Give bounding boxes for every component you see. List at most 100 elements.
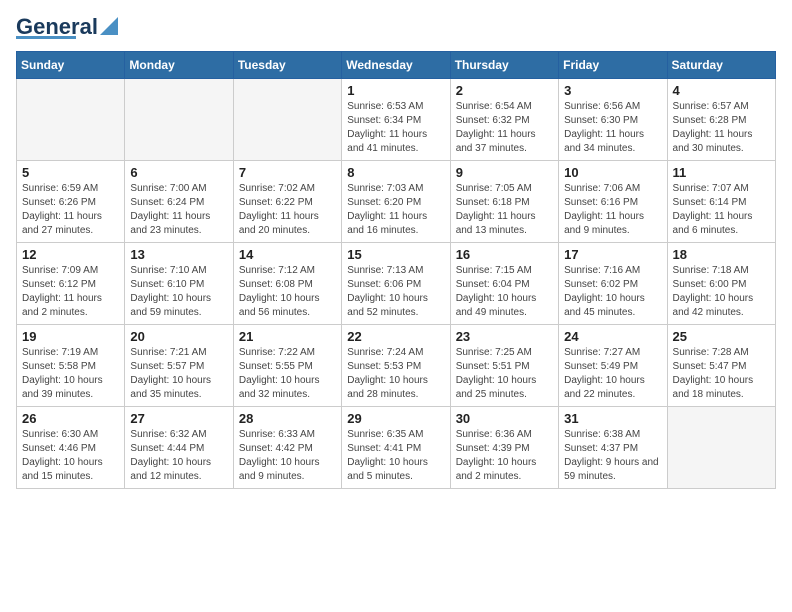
day-number: 12	[22, 247, 119, 262]
calendar-cell: 11 Sunrise: 7:07 AM Sunset: 6:14 PM Dayli…	[667, 161, 775, 243]
calendar-cell: 25 Sunrise: 7:28 AM Sunset: 5:47 PM Dayli…	[667, 325, 775, 407]
calendar-cell: 28 Sunrise: 6:33 AM Sunset: 4:42 PM Dayli…	[233, 407, 341, 489]
calendar-cell	[125, 79, 233, 161]
day-number: 2	[456, 83, 553, 98]
day-number: 24	[564, 329, 661, 344]
calendar-cell: 29 Sunrise: 6:35 AM Sunset: 4:41 PM Dayli…	[342, 407, 450, 489]
day-number: 5	[22, 165, 119, 180]
day-number: 27	[130, 411, 227, 426]
logo-icon	[100, 17, 118, 35]
day-number: 6	[130, 165, 227, 180]
day-number: 18	[673, 247, 770, 262]
calendar-cell: 18 Sunrise: 7:18 AM Sunset: 6:00 PM Dayli…	[667, 243, 775, 325]
day-info: Sunrise: 7:05 AM Sunset: 6:18 PM Dayligh…	[456, 182, 553, 238]
calendar-cell: 9 Sunrise: 7:05 AM Sunset: 6:18 PM Daylig…	[450, 161, 558, 243]
day-info: Sunrise: 7:25 AM Sunset: 5:51 PM Dayligh…	[456, 346, 553, 402]
calendar-week-row: 5Sunrise: 6:59 AM Sunset: 6:26 PM Daylig…	[17, 161, 776, 243]
day-number: 31	[564, 411, 661, 426]
calendar-week-row: 1 Sunrise: 6:53 AM Sunset: 6:34 PM Daylig…	[17, 79, 776, 161]
day-number: 29	[347, 411, 444, 426]
day-info: Sunrise: 6:38 AM Sunset: 4:37 PM Dayligh…	[564, 428, 661, 484]
day-number: 26	[22, 411, 119, 426]
day-info: Sunrise: 6:35 AM Sunset: 4:41 PM Dayligh…	[347, 428, 444, 484]
calendar-cell: 5Sunrise: 6:59 AM Sunset: 6:26 PM Daylig…	[17, 161, 125, 243]
day-number: 30	[456, 411, 553, 426]
day-info: Sunrise: 7:09 AM Sunset: 6:12 PM Dayligh…	[22, 264, 119, 320]
day-info: Sunrise: 7:24 AM Sunset: 5:53 PM Dayligh…	[347, 346, 444, 402]
calendar-cell	[17, 79, 125, 161]
calendar-cell: 24 Sunrise: 7:27 AM Sunset: 5:49 PM Dayli…	[559, 325, 667, 407]
calendar-cell: 10Sunrise: 7:06 AM Sunset: 6:16 PM Dayli…	[559, 161, 667, 243]
day-info: Sunrise: 7:13 AM Sunset: 6:06 PM Dayligh…	[347, 264, 444, 320]
weekday-header-row: SundayMondayTuesdayWednesdayThursdayFrid…	[17, 52, 776, 79]
day-info: Sunrise: 7:28 AM Sunset: 5:47 PM Dayligh…	[673, 346, 770, 402]
day-info: Sunrise: 7:27 AM Sunset: 5:49 PM Dayligh…	[564, 346, 661, 402]
calendar-cell: 3 Sunrise: 6:56 AM Sunset: 6:30 PM Daylig…	[559, 79, 667, 161]
calendar-cell: 13 Sunrise: 7:10 AM Sunset: 6:10 PM Dayli…	[125, 243, 233, 325]
calendar-cell: 23 Sunrise: 7:25 AM Sunset: 5:51 PM Dayli…	[450, 325, 558, 407]
calendar-cell: 17 Sunrise: 7:16 AM Sunset: 6:02 PM Dayli…	[559, 243, 667, 325]
day-info: Sunrise: 7:00 AM Sunset: 6:24 PM Dayligh…	[130, 182, 227, 238]
day-number: 10	[564, 165, 661, 180]
day-number: 20	[130, 329, 227, 344]
weekday-header-sunday: Sunday	[17, 52, 125, 79]
weekday-header-thursday: Thursday	[450, 52, 558, 79]
day-info: Sunrise: 6:30 AM Sunset: 4:46 PM Dayligh…	[22, 428, 119, 484]
day-number: 11	[673, 165, 770, 180]
day-number: 17	[564, 247, 661, 262]
calendar-cell	[233, 79, 341, 161]
calendar-cell: 19Sunrise: 7:19 AM Sunset: 5:58 PM Dayli…	[17, 325, 125, 407]
day-info: Sunrise: 7:22 AM Sunset: 5:55 PM Dayligh…	[239, 346, 336, 402]
day-number: 23	[456, 329, 553, 344]
calendar-cell: 12 Sunrise: 7:09 AM Sunset: 6:12 PM Dayli…	[17, 243, 125, 325]
day-number: 15	[347, 247, 444, 262]
calendar-cell: 31 Sunrise: 6:38 AM Sunset: 4:37 PM Dayli…	[559, 407, 667, 489]
day-info: Sunrise: 6:32 AM Sunset: 4:44 PM Dayligh…	[130, 428, 227, 484]
weekday-header-wednesday: Wednesday	[342, 52, 450, 79]
day-number: 3	[564, 83, 661, 98]
day-info: Sunrise: 6:56 AM Sunset: 6:30 PM Dayligh…	[564, 100, 661, 156]
weekday-header-saturday: Saturday	[667, 52, 775, 79]
calendar-cell: 30 Sunrise: 6:36 AM Sunset: 4:39 PM Dayli…	[450, 407, 558, 489]
day-number: 22	[347, 329, 444, 344]
day-number: 8	[347, 165, 444, 180]
day-info: Sunrise: 6:33 AM Sunset: 4:42 PM Dayligh…	[239, 428, 336, 484]
day-number: 13	[130, 247, 227, 262]
calendar-cell: 27 Sunrise: 6:32 AM Sunset: 4:44 PM Dayli…	[125, 407, 233, 489]
day-number: 4	[673, 83, 770, 98]
day-info: Sunrise: 6:57 AM Sunset: 6:28 PM Dayligh…	[673, 100, 770, 156]
calendar-cell: 8 Sunrise: 7:03 AM Sunset: 6:20 PM Daylig…	[342, 161, 450, 243]
day-number: 9	[456, 165, 553, 180]
day-info: Sunrise: 7:02 AM Sunset: 6:22 PM Dayligh…	[239, 182, 336, 238]
day-number: 1	[347, 83, 444, 98]
day-info: Sunrise: 6:53 AM Sunset: 6:34 PM Dayligh…	[347, 100, 444, 156]
day-number: 7	[239, 165, 336, 180]
calendar-week-row: 19Sunrise: 7:19 AM Sunset: 5:58 PM Dayli…	[17, 325, 776, 407]
day-number: 16	[456, 247, 553, 262]
day-number: 21	[239, 329, 336, 344]
day-info: Sunrise: 7:10 AM Sunset: 6:10 PM Dayligh…	[130, 264, 227, 320]
calendar-cell: 1 Sunrise: 6:53 AM Sunset: 6:34 PM Daylig…	[342, 79, 450, 161]
day-number: 25	[673, 329, 770, 344]
calendar-cell: 2Sunrise: 6:54 AM Sunset: 6:32 PM Daylig…	[450, 79, 558, 161]
day-info: Sunrise: 7:03 AM Sunset: 6:20 PM Dayligh…	[347, 182, 444, 238]
day-number: 28	[239, 411, 336, 426]
calendar-cell: 20 Sunrise: 7:21 AM Sunset: 5:57 PM Dayli…	[125, 325, 233, 407]
day-info: Sunrise: 7:07 AM Sunset: 6:14 PM Dayligh…	[673, 182, 770, 238]
day-number: 14	[239, 247, 336, 262]
calendar-cell: 15 Sunrise: 7:13 AM Sunset: 6:06 PM Dayli…	[342, 243, 450, 325]
calendar-cell: 22 Sunrise: 7:24 AM Sunset: 5:53 PM Dayli…	[342, 325, 450, 407]
calendar-week-row: 12 Sunrise: 7:09 AM Sunset: 6:12 PM Dayli…	[17, 243, 776, 325]
day-info: Sunrise: 7:18 AM Sunset: 6:00 PM Dayligh…	[673, 264, 770, 320]
day-info: Sunrise: 7:16 AM Sunset: 6:02 PM Dayligh…	[564, 264, 661, 320]
calendar-cell: 6 Sunrise: 7:00 AM Sunset: 6:24 PM Daylig…	[125, 161, 233, 243]
day-info: Sunrise: 6:36 AM Sunset: 4:39 PM Dayligh…	[456, 428, 553, 484]
logo: General	[16, 16, 118, 39]
day-number: 19	[22, 329, 119, 344]
day-info: Sunrise: 7:21 AM Sunset: 5:57 PM Dayligh…	[130, 346, 227, 402]
calendar-cell: 26 Sunrise: 6:30 AM Sunset: 4:46 PM Dayli…	[17, 407, 125, 489]
calendar-cell	[667, 407, 775, 489]
calendar-week-row: 26 Sunrise: 6:30 AM Sunset: 4:46 PM Dayli…	[17, 407, 776, 489]
calendar-cell: 14 Sunrise: 7:12 AM Sunset: 6:08 PM Dayli…	[233, 243, 341, 325]
day-info: Sunrise: 7:12 AM Sunset: 6:08 PM Dayligh…	[239, 264, 336, 320]
